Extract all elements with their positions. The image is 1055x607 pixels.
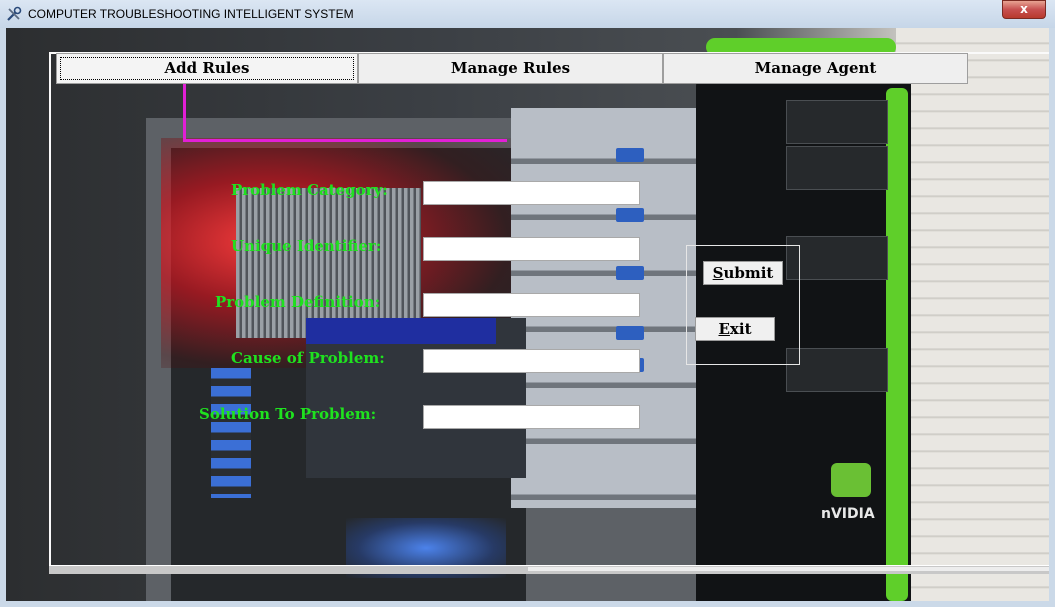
problem-category-label: Problem Category: <box>231 181 388 199</box>
exit-mnemonic: E <box>718 320 730 338</box>
submit-label: ubmit <box>723 264 774 282</box>
active-tab-indicator <box>183 84 507 142</box>
exit-label: xit <box>729 320 752 338</box>
title-bar[interactable]: COMPUTER TROUBLESHOOTING INTELLIGENT SYS… <box>0 0 1055 28</box>
tab-manage-rules[interactable]: Manage Rules <box>358 53 663 84</box>
problem-definition-input[interactable] <box>423 293 640 317</box>
tab-manage-rules-label: Manage Rules <box>450 59 571 77</box>
window-title: COMPUTER TROUBLESHOOTING INTELLIGENT SYS… <box>28 7 354 21</box>
unique-identifier-input[interactable] <box>423 237 640 261</box>
focus-rectangle <box>60 57 354 80</box>
cause-of-problem-input[interactable] <box>423 349 640 373</box>
tab-manage-agent[interactable]: Manage Agent <box>663 53 968 84</box>
submit-button[interactable]: Submit <box>703 261 783 285</box>
client-area: nVIDIA Add Rules Manage Rules Manage Age… <box>6 28 1049 601</box>
tools-icon <box>7 6 22 21</box>
solution-to-problem-input[interactable] <box>423 405 640 429</box>
tab-add-rules[interactable]: Add Rules <box>56 53 358 84</box>
cause-of-problem-label: Cause of Problem: <box>231 349 385 367</box>
problem-definition-label: Problem Definition: <box>215 293 381 311</box>
solution-to-problem-label: Solution To Problem: <box>199 405 377 423</box>
unique-identifier-label: Unique Identifier: <box>231 237 382 255</box>
exit-button[interactable]: Exit <box>695 317 775 341</box>
scrollbar-track <box>528 567 1049 571</box>
problem-category-input[interactable] <box>423 181 640 205</box>
close-button[interactable]: x <box>1002 0 1046 19</box>
main-window: COMPUTER TROUBLESHOOTING INTELLIGENT SYS… <box>0 0 1055 607</box>
close-icon: x <box>1020 2 1028 16</box>
submit-mnemonic: S <box>712 264 724 282</box>
tab-manage-agent-label: Manage Agent <box>754 59 877 77</box>
